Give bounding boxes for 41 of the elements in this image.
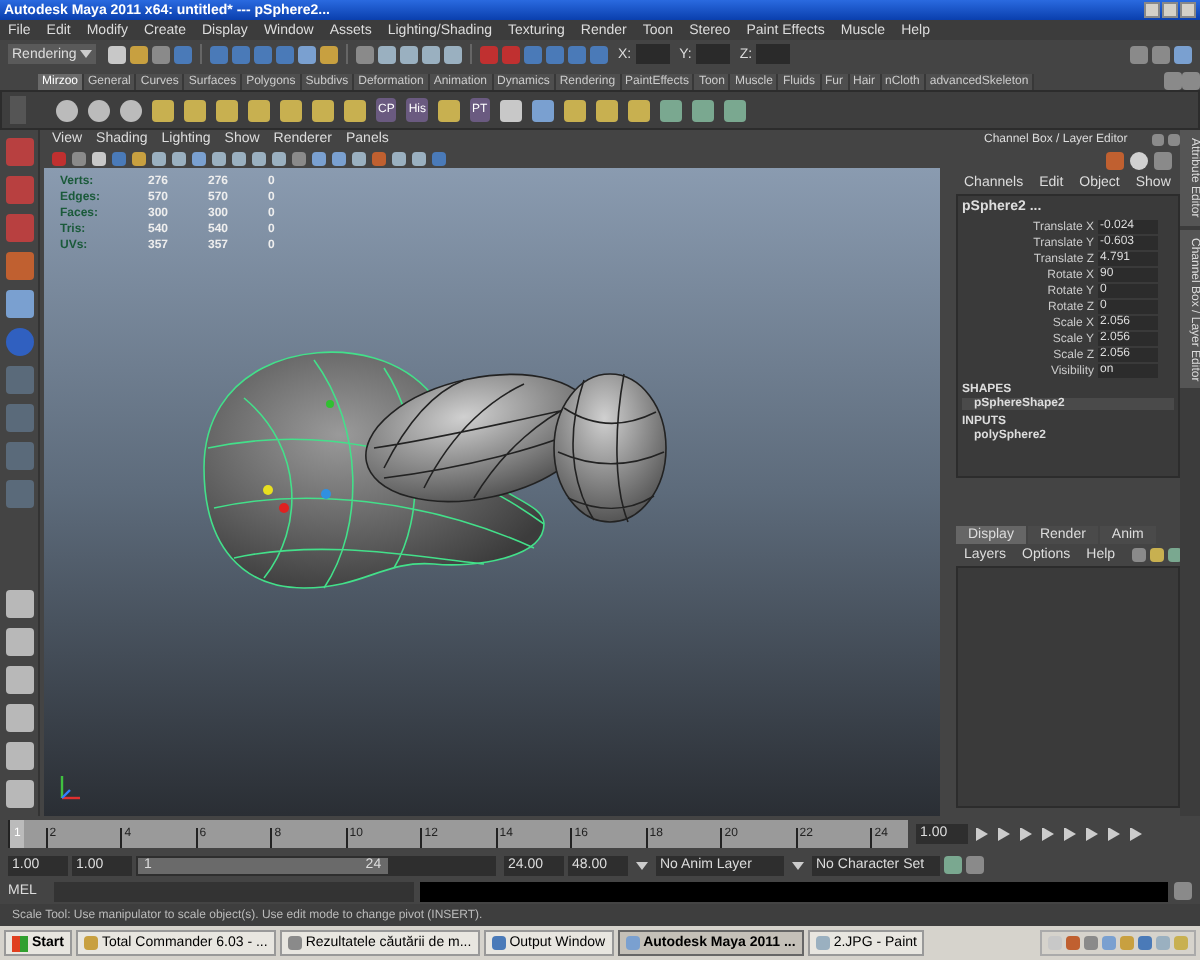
shelf-tool-icon[interactable] bbox=[438, 99, 461, 121]
sphere-icon[interactable] bbox=[1130, 152, 1148, 170]
shelf-tool-icon[interactable] bbox=[659, 99, 682, 121]
maximize-button[interactable] bbox=[1162, 2, 1178, 18]
shelf-tool-icon[interactable] bbox=[56, 99, 78, 121]
shelf-tool-icon[interactable] bbox=[723, 99, 746, 121]
layout-icon[interactable] bbox=[5, 704, 33, 732]
windows-flag-icon bbox=[12, 935, 28, 951]
shelf-tool-icon[interactable] bbox=[248, 99, 270, 121]
tool-icon[interactable] bbox=[5, 252, 33, 280]
shelf-tool-icon[interactable] bbox=[280, 99, 302, 121]
caret-icon bbox=[80, 50, 92, 58]
axis-icon bbox=[56, 772, 84, 804]
shelf-tool-icon[interactable] bbox=[344, 99, 366, 121]
input-field[interactable] bbox=[756, 44, 791, 64]
layout-icon[interactable] bbox=[5, 780, 33, 808]
caret-icon bbox=[792, 861, 804, 869]
shelf-tool-icon[interactable] bbox=[152, 99, 174, 121]
layout-icon[interactable] bbox=[5, 590, 33, 618]
caret-icon bbox=[636, 861, 648, 869]
input-field[interactable] bbox=[635, 44, 670, 64]
layout-icon[interactable] bbox=[5, 628, 33, 656]
play-icon[interactable] bbox=[1064, 827, 1076, 841]
shelf-tool-icon[interactable] bbox=[627, 99, 650, 121]
shelf-tool-icon[interactable] bbox=[563, 99, 586, 121]
shelf-tool-icon[interactable] bbox=[691, 99, 714, 121]
input-field[interactable] bbox=[695, 44, 730, 64]
minimize-button[interactable] bbox=[1144, 2, 1160, 18]
shelf-tool-icon[interactable] bbox=[88, 99, 110, 121]
tool-icon[interactable] bbox=[5, 290, 33, 318]
shelf-tool-icon[interactable] bbox=[499, 99, 522, 121]
shelf-tool-icon[interactable] bbox=[531, 99, 554, 121]
script-editor-icon[interactable] bbox=[1174, 882, 1192, 900]
shelf-tool-icon[interactable] bbox=[595, 99, 618, 121]
close-button[interactable] bbox=[1180, 2, 1196, 18]
shelf-tool-icon[interactable] bbox=[120, 99, 142, 121]
layout-icon[interactable] bbox=[5, 742, 33, 770]
shelf-tool-icon[interactable] bbox=[184, 99, 206, 121]
layout-icon[interactable] bbox=[5, 666, 33, 694]
shelf-tool-icon[interactable] bbox=[216, 99, 238, 121]
shelf-tool-icon[interactable] bbox=[312, 99, 334, 121]
